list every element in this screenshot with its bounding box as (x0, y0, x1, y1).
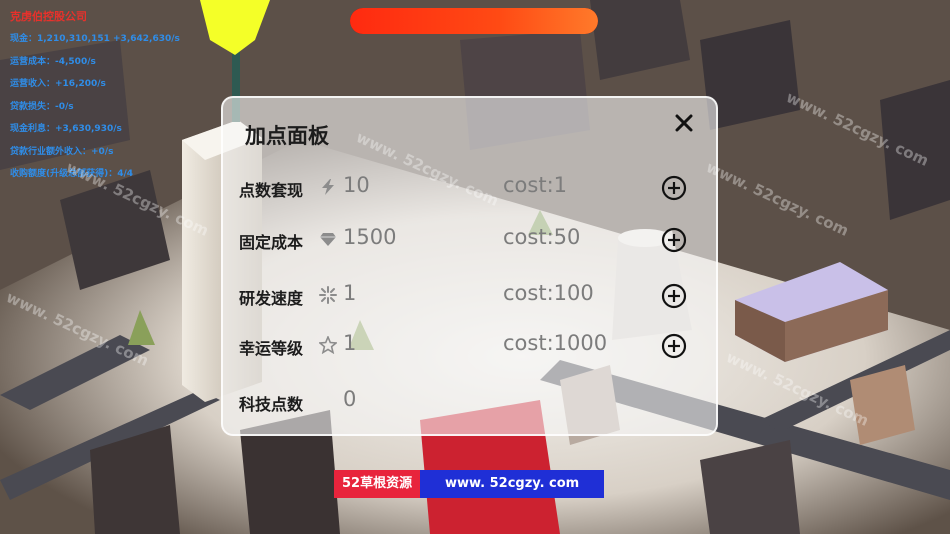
row-value: 1500 (343, 225, 397, 249)
panel-row-tech-points: 科技点数 0 (223, 384, 720, 420)
row-label: 研发速度 (239, 289, 304, 308)
row-cost: cost:100 (503, 281, 594, 305)
row-value: 1 (343, 281, 357, 305)
row-value: 0 (343, 387, 357, 411)
plus-circle-icon[interactable] (661, 175, 687, 201)
points-panel: 加点面板 点数套现 10 cost:1 固定成本 1500 cost:50 研发… (221, 96, 718, 436)
row-cost: cost:1000 (503, 331, 608, 355)
close-x-icon[interactable] (671, 110, 697, 136)
watermark-banner-right: www. 52cgzy. com (420, 470, 605, 498)
watermark-banner: 52草根资源 www. 52cgzy. com (334, 470, 605, 498)
row-value: 10 (343, 173, 370, 197)
company-name: 克虏伯控股公司 (10, 10, 87, 23)
row-value: 1 (343, 331, 357, 355)
diamond-icon (320, 233, 336, 246)
top-progress-bar (350, 8, 598, 34)
star-icon (319, 336, 337, 354)
row-label: 固定成本 (239, 233, 304, 252)
progress-fill (350, 8, 598, 34)
plus-circle-icon[interactable] (661, 333, 687, 359)
row-cost: cost:50 (503, 225, 581, 249)
row-cost: cost:1 (503, 173, 568, 197)
row-label: 点数套现 (239, 181, 304, 200)
stat-cash-interest: 现金利息：+3,630,930/s (10, 124, 122, 134)
panel-row-research-speed: 研发速度 1 cost:100 (223, 278, 720, 314)
panel-row-fixed-cost: 固定成本 1500 cost:50 (223, 222, 720, 258)
stat-operating-income: 运营收入：+16,200/s (10, 79, 106, 89)
plus-circle-icon[interactable] (661, 283, 687, 309)
row-label: 幸运等级 (239, 339, 304, 358)
panel-title: 加点面板 (245, 124, 329, 148)
stats-panel: 克虏伯控股公司 现金：1,210,310,151 +3,642,630/s 运营… (10, 8, 230, 191)
stat-loan-loss: 贷款损失：-0/s (10, 101, 74, 112)
watermark-banner-left: 52草根资源 (334, 470, 421, 498)
stat-operating-cost: 运营成本：-4,500/s (10, 56, 96, 67)
sparkle-icon (319, 286, 337, 304)
stat-loan-extra-income: 贷款行业额外收入：+0/s (10, 146, 114, 157)
stat-cash: 现金：1,210,310,151 +3,642,630/s (10, 34, 180, 44)
lightning-icon (322, 179, 334, 195)
row-label: 科技点数 (239, 395, 304, 414)
plus-circle-icon[interactable] (661, 227, 687, 253)
panel-row-luck-level: 幸运等级 1 cost:1000 (223, 328, 720, 364)
